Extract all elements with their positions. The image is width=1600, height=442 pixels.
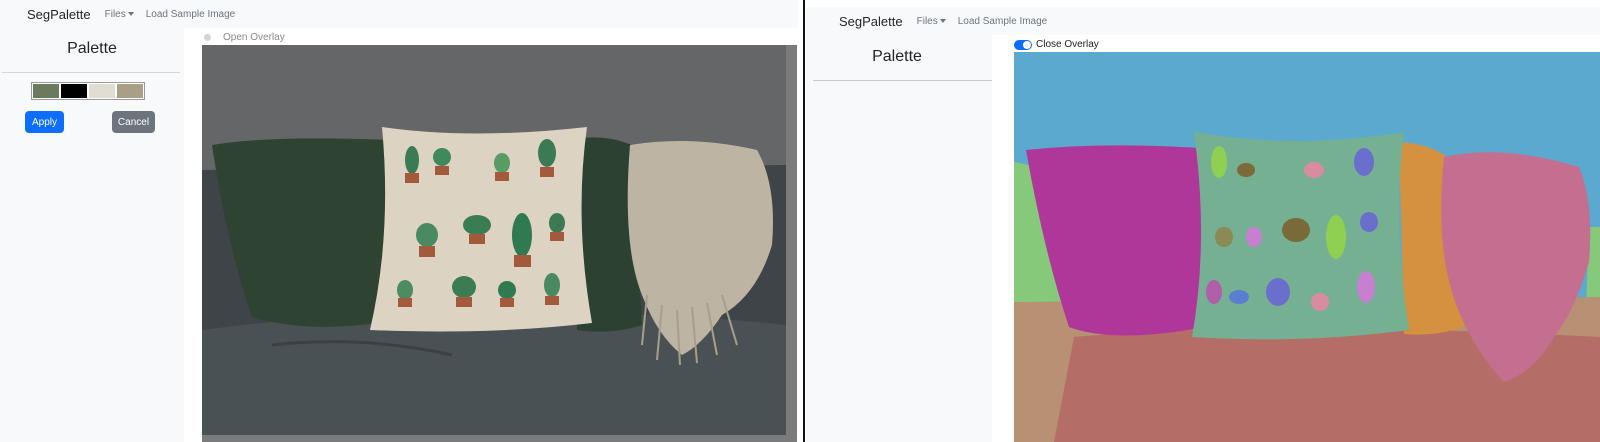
overlay-toggle[interactable]: Close Overlay xyxy=(1014,39,1099,50)
right-app-window: SegPalette Files Load Sample Image Palet… xyxy=(806,0,1600,442)
palette-swatch-3[interactable] xyxy=(88,83,116,99)
palette-title: Palette xyxy=(67,40,117,57)
toggle-switch-on[interactable] xyxy=(1014,39,1032,50)
palette-swatches xyxy=(31,82,145,100)
palette-swatch-4[interactable] xyxy=(116,83,144,99)
sidebar-divider xyxy=(813,80,992,81)
toggle-switch-off[interactable] xyxy=(204,34,211,41)
load-sample-link[interactable]: Load Sample Image xyxy=(958,16,1048,27)
sidebar: Palette xyxy=(806,35,992,442)
segmentation-canvas[interactable] xyxy=(1014,52,1600,442)
overlay-toggle-label: Close Overlay xyxy=(1036,39,1099,50)
load-sample-link[interactable]: Load Sample Image xyxy=(146,9,236,20)
files-menu[interactable]: Files xyxy=(917,16,946,27)
files-menu-label: Files xyxy=(104,8,126,20)
caret-down-icon xyxy=(939,19,946,23)
comparison-divider xyxy=(803,0,805,442)
cancel-button[interactable]: Cancel xyxy=(112,111,155,133)
palette-title: Palette xyxy=(872,48,922,65)
sidebar-divider xyxy=(2,72,180,73)
palette-swatch-1[interactable] xyxy=(32,83,60,99)
brand[interactable]: SegPalette xyxy=(27,7,91,22)
apply-button[interactable]: Apply xyxy=(25,111,64,133)
caret-down-icon xyxy=(127,12,134,16)
photo-canvas[interactable] xyxy=(202,45,797,442)
overlay-toggle[interactable]: Open Overlay xyxy=(204,32,285,43)
palette-swatch-2[interactable] xyxy=(60,83,88,99)
navbar: SegPalette Files Load Sample Image xyxy=(0,0,798,28)
overlay-toggle-label: Open Overlay xyxy=(223,32,285,43)
left-app-window: SegPalette Files Load Sample Image Palet… xyxy=(0,0,798,442)
brand[interactable]: SegPalette xyxy=(839,14,903,29)
navbar: SegPalette Files Load Sample Image xyxy=(806,7,1600,35)
files-menu[interactable]: Files xyxy=(105,9,134,20)
files-menu-label: Files xyxy=(916,15,938,27)
